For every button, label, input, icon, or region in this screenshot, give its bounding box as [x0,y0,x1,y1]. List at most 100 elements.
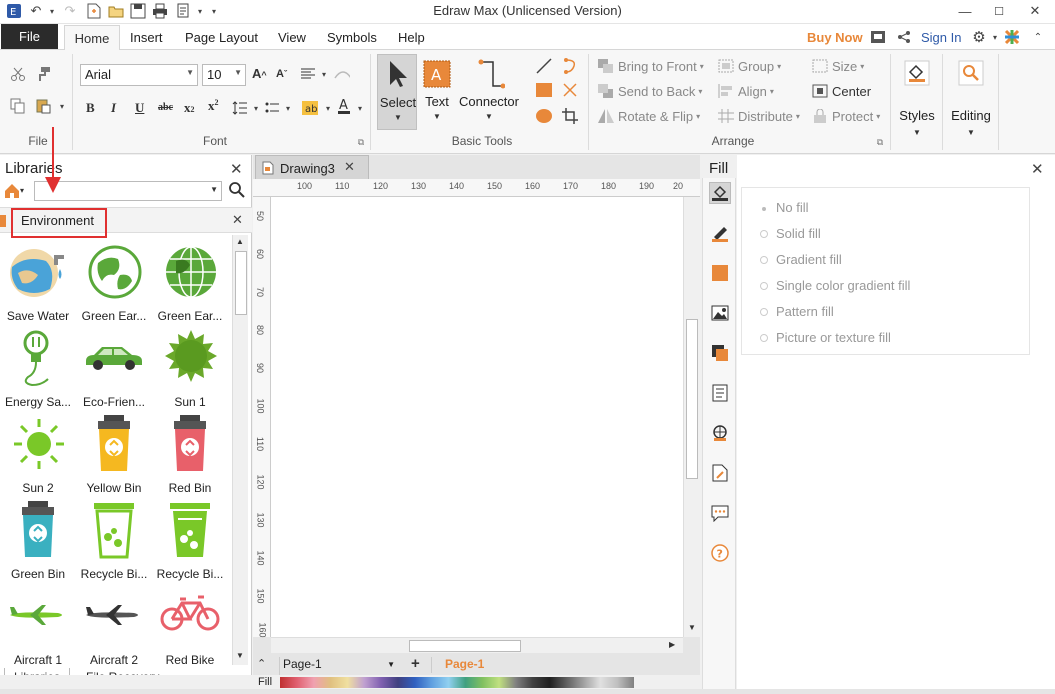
page-properties-icon[interactable] [709,382,731,404]
underline-icon[interactable]: U [135,100,144,116]
bullets-dropdown-icon[interactable]: ▾ [280,100,296,116]
distribute-button[interactable]: Distribute ▾ [718,108,800,124]
library-home-dropdown-icon[interactable]: ▾ [20,186,24,195]
fill-panel-icon[interactable] [709,182,731,204]
styles-dropdown-icon[interactable]: ▼ [894,128,940,137]
italic-icon[interactable]: I [111,100,116,116]
paragraph-align-icon[interactable] [300,66,316,82]
close-document-icon[interactable]: ✕ [344,159,355,175]
library-scroll-thumb[interactable] [235,251,247,315]
group-button[interactable]: Group ▾ [718,58,781,74]
cart-icon[interactable] [870,29,886,45]
arc-tool-icon[interactable] [562,58,578,74]
arrange-dialog-launcher-icon[interactable]: ⧉ [872,134,888,150]
paste-icon[interactable] [36,98,52,114]
active-page-tab[interactable]: Page-1 [445,657,484,671]
bullets-icon[interactable] [264,100,280,116]
add-page-icon[interactable]: + [411,655,420,672]
library-item[interactable]: Yellow Bin [76,411,152,497]
help-icon[interactable]: ? [709,542,731,564]
share-icon[interactable] [896,29,912,45]
tab-help[interactable]: Help [398,28,425,47]
canvas-horizontal-thumb[interactable] [409,640,521,652]
fill-option-single-color-gradient[interactable]: Single color gradient fill [760,278,910,293]
canvas-vertical-thumb[interactable] [686,319,698,479]
sign-in-link[interactable]: Sign In [921,28,961,47]
drawing-canvas[interactable] [271,197,683,637]
settings-dropdown-icon[interactable]: ▾ [987,29,1003,45]
size-button[interactable]: Size ▾ [812,58,864,74]
copy-icon[interactable] [10,98,26,114]
font-size-select[interactable]: 10 ▼ [202,64,246,86]
fill-option-picture-texture[interactable]: Picture or texture fill [760,330,891,345]
layers-panel-icon[interactable] [709,342,731,364]
maximize-icon[interactable]: ☐ [982,0,1016,22]
styles-button[interactable]: Styles ▼ [894,54,940,146]
buy-now-link[interactable]: Buy Now [807,28,863,47]
select-dropdown-icon[interactable]: ▼ [378,113,418,122]
library-item[interactable]: Recycle Bi... [152,497,228,583]
edraw-brand-icon[interactable] [1004,29,1020,45]
shadow-panel-icon[interactable] [709,262,731,284]
hyperlink-globe-icon[interactable] [709,422,731,444]
font-color-icon[interactable]: A [336,98,352,114]
canvas-scroll-right-icon[interactable]: ▶ [669,640,675,649]
tab-page-layout[interactable]: Page Layout [185,28,258,47]
settings-gear-icon[interactable]: ⚙ [971,29,987,46]
category-close-icon[interactable]: ✕ [232,212,243,228]
ellipse-tool-icon[interactable] [536,108,552,124]
font-dialog-launcher-icon[interactable]: ⧉ [353,134,369,150]
tab-insert[interactable]: Insert [130,28,163,47]
editing-button[interactable]: Editing ▼ [946,54,996,146]
minimize-icon[interactable]: — [948,0,982,22]
font-color-dropdown-icon[interactable]: ▾ [352,100,368,116]
align-button[interactable]: Align ▾ [718,83,774,99]
center-button[interactable]: Center [812,83,871,99]
line-spacing-dropdown-icon[interactable]: ▾ [248,100,264,116]
library-item[interactable]: Energy Sa... [0,325,76,411]
highlight-dropdown-icon[interactable]: ▾ [320,100,336,116]
bold-icon[interactable]: B [86,100,95,116]
library-item[interactable]: Aircraft 2 [76,583,152,669]
protect-button[interactable]: Protect ▾ [812,108,880,124]
page-selector[interactable]: Page-1 ▼ [279,657,399,675]
image-panel-icon[interactable] [709,302,731,324]
library-item[interactable]: Recycle Bi... [76,497,152,583]
select-tool-button[interactable]: Select ▼ [377,54,417,130]
editing-dropdown-icon[interactable]: ▼ [946,128,996,137]
tab-symbols[interactable]: Symbols [327,28,377,47]
crop-tool-icon[interactable] [562,108,578,124]
close-window-icon[interactable]: ✕ [1018,0,1052,22]
library-item[interactable]: Red Bin [152,411,228,497]
document-tab[interactable]: Drawing3 ✕ [255,155,369,179]
strikethrough-icon[interactable]: abc [158,102,173,113]
library-item[interactable]: Sun 2 [0,411,76,497]
line-spacing-icon[interactable] [232,100,248,116]
library-scrollbar[interactable]: ▲ ▼ [232,235,248,665]
font-family-select[interactable]: Arial ▼ [80,64,198,86]
text-highlight-icon[interactable]: ab [302,100,318,116]
format-painter-icon[interactable] [36,66,52,82]
text-tool-button[interactable]: A Text ▼ [420,54,454,130]
color-swatches[interactable] [280,677,634,688]
fill-option-no-fill[interactable]: No fill [760,200,809,215]
canvas-vertical-scrollbar[interactable]: ▼ [683,197,700,637]
bring-to-front-button[interactable]: Bring to Front ▾ [598,58,704,74]
paragraph-dropdown-icon[interactable]: ▾ [316,66,332,82]
scroll-up-icon[interactable]: ▲ [236,237,244,246]
clear-format-icon[interactable] [334,66,350,82]
comment-icon[interactable] [709,502,731,524]
superscript-icon[interactable]: x2 [208,98,219,114]
library-item[interactable]: Green Bin [0,497,76,583]
shrink-font-icon[interactable]: Aˇ [276,68,287,80]
line-tool-icon[interactable] [536,58,552,74]
rotate-flip-button[interactable]: Rotate & Flip ▾ [598,108,700,124]
library-item[interactable]: Green Ear... [76,239,152,325]
tab-view[interactable]: View [278,28,306,47]
grow-font-icon[interactable]: A^ [252,66,267,81]
page-bar-collapse-icon[interactable]: ⌃ [257,657,266,670]
scroll-down-icon[interactable]: ▼ [236,651,244,660]
line-panel-icon[interactable] [709,222,731,244]
library-item[interactable]: Eco-Frien... [76,325,152,411]
paste-dropdown-icon[interactable]: ▾ [54,98,70,114]
